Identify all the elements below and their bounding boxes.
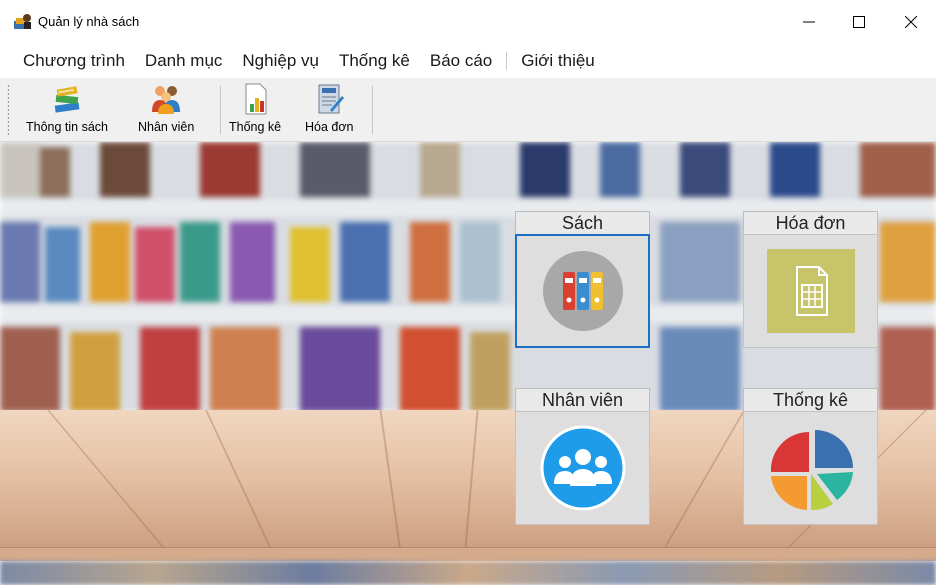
toolbar-button-thong-tin-sach[interactable]: Thông tin sách xyxy=(26,82,108,138)
toolbar-label: Thống kê xyxy=(229,120,282,134)
menu-item-nghiep-vu[interactable]: Nghiệp vụ xyxy=(232,44,329,78)
tile-label-nhan-vien: Nhân viên xyxy=(515,388,650,412)
tile-label-hoa-don: Hóa đơn xyxy=(743,211,878,235)
tile-thong-ke-button[interactable] xyxy=(743,411,878,525)
tile-hoa-don-button[interactable] xyxy=(743,234,878,348)
tile-label-thong-ke: Thống kê xyxy=(743,388,878,412)
menu-item-bao-cao[interactable]: Báo cáo xyxy=(420,44,502,78)
spreadsheet-icon xyxy=(766,249,855,333)
toolbar-label: Hóa đơn xyxy=(305,120,354,134)
toolbar-separator xyxy=(220,86,221,134)
toolbar-separator xyxy=(372,86,373,134)
tile-label-sach: Sách xyxy=(515,211,650,235)
invoice-icon xyxy=(318,84,345,114)
menu-item-chuong-trinh[interactable]: Chương trình xyxy=(13,44,135,78)
tile-nhan-vien-button[interactable] xyxy=(515,411,650,525)
bar-chart-icon xyxy=(245,83,267,115)
menu-item-danh-muc[interactable]: Danh mục xyxy=(135,44,232,78)
maximize-button[interactable] xyxy=(836,0,882,44)
close-button[interactable] xyxy=(888,0,934,44)
title-bar: Quản lý nhà sách xyxy=(0,0,936,44)
toolbar-label: Nhân viên xyxy=(138,120,195,134)
group-icon xyxy=(540,425,625,511)
toolbar-grip[interactable] xyxy=(7,84,10,136)
maximize-icon xyxy=(853,16,865,28)
toolbar-button-nhan-vien[interactable]: Nhân viên xyxy=(138,82,194,138)
menu-separator xyxy=(506,52,508,70)
bookstore-icon xyxy=(14,14,31,29)
pie-chart-icon xyxy=(770,430,853,511)
close-icon xyxy=(905,16,917,28)
minimize-icon xyxy=(803,21,815,23)
menu-item-gioi-thieu[interactable]: Giới thiệu xyxy=(511,44,605,78)
toolbar-button-thong-ke[interactable]: Thống kê xyxy=(229,82,281,138)
binders-icon xyxy=(542,251,623,331)
menu-item-thong-ke[interactable]: Thống kê xyxy=(329,44,420,78)
menu-bar: Chương trình Danh mục Nghiệp vụ Thống kê… xyxy=(0,44,936,78)
books-icon xyxy=(54,86,80,113)
window-title: Quản lý nhà sách xyxy=(38,14,140,29)
toolbar-label: Thông tin sách xyxy=(26,120,108,134)
tile-sach-button[interactable] xyxy=(515,234,650,348)
toolbar-button-hoa-don[interactable]: Hóa đơn xyxy=(305,82,354,138)
minimize-button[interactable] xyxy=(786,0,832,44)
people-icon xyxy=(152,86,181,114)
toolbar: Thông tin sách Nhân viên Thống kê Hóa đơ… xyxy=(0,78,936,142)
